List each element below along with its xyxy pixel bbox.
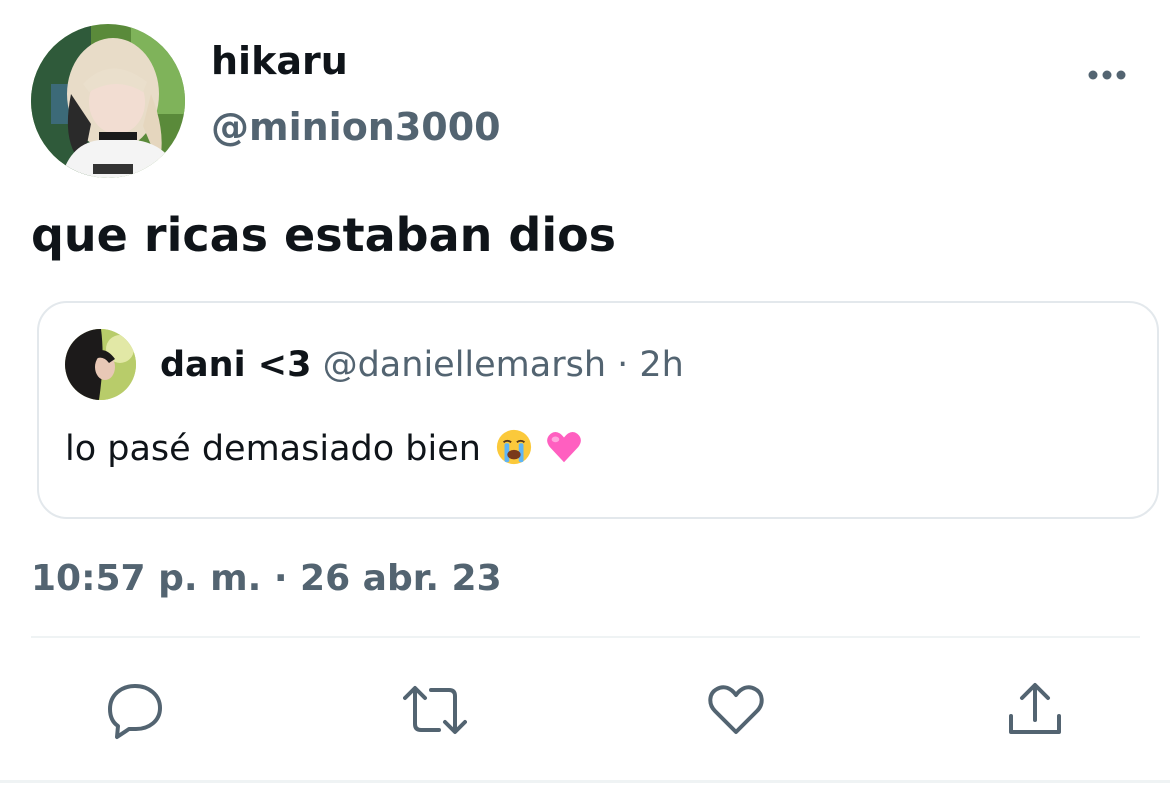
author-avatar[interactable]: [31, 24, 185, 178]
bottom-divider: [0, 780, 1170, 783]
like-button[interactable]: [706, 680, 766, 740]
quoted-tweet-text: lo pasé demasiado bien: [65, 429, 481, 469]
more-options-button[interactable]: [1082, 58, 1132, 92]
heart-icon: [708, 685, 764, 734]
quoted-tweet-header: dani <3 @daniellemarsh · 2h: [160, 341, 684, 389]
quoted-author-photo: [65, 329, 136, 400]
retweet-button[interactable]: [403, 680, 467, 740]
reply-button[interactable]: [105, 680, 165, 740]
divider: [31, 636, 1140, 638]
tweet-timestamp[interactable]: 10:57 p. m. · 26 abr. 23: [31, 556, 502, 602]
author-photo: [31, 24, 185, 178]
reply-icon: [108, 684, 162, 739]
quoted-author-handle-time: @daniellemarsh · 2h: [322, 345, 684, 385]
quoted-tweet-card[interactable]: dani <3 @daniellemarsh · 2h lo pasé dema…: [37, 301, 1159, 519]
quoted-author-avatar: [65, 329, 136, 400]
share-button[interactable]: [1005, 680, 1065, 740]
more-dots-icon: [1088, 70, 1126, 80]
retweet-icon: [403, 686, 467, 734]
pink-heart-icon: [547, 432, 581, 463]
quoted-tweet-text-line: lo pasé demasiado bien: [65, 425, 583, 473]
quoted-author-name: dani <3: [160, 345, 312, 385]
loudly-crying-face-icon: [496, 429, 532, 465]
tweet-text: que ricas estaban dios: [31, 208, 617, 262]
share-icon: [1009, 683, 1061, 734]
author-display-name[interactable]: hikaru: [211, 38, 348, 84]
author-handle[interactable]: @minion3000: [211, 104, 501, 150]
